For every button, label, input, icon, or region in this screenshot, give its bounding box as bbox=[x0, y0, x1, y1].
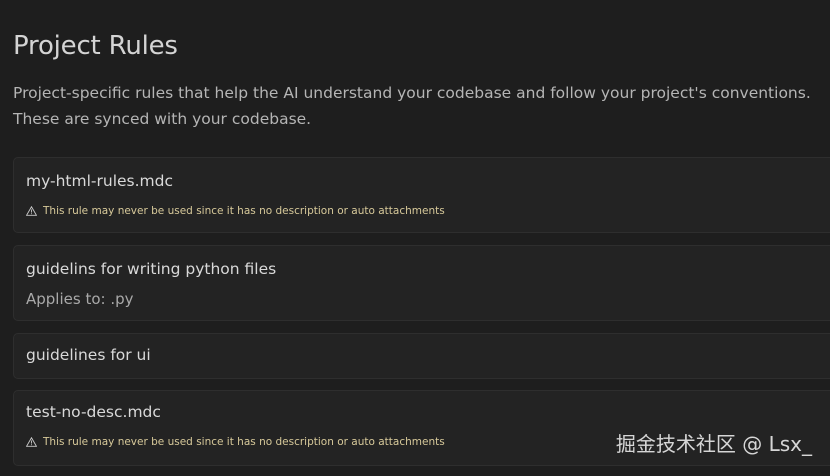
rule-card-my-html-rules[interactable]: my-html-rules.mdc This rule may never be… bbox=[13, 157, 830, 233]
project-rules-page: Project Rules Project-specific rules tha… bbox=[0, 0, 830, 476]
watermark: 掘金技术社区 @ Lsx_ bbox=[615, 432, 812, 456]
rule-name: guidelins for writing python files bbox=[26, 260, 277, 278]
description-line-1: Project-specific rules that help the AI … bbox=[13, 84, 811, 102]
page-description: Project-specific rules that help the AI … bbox=[13, 80, 830, 132]
rule-name: test-no-desc.mdc bbox=[26, 403, 161, 421]
warning-icon bbox=[26, 437, 37, 447]
description-line-2: These are synced with your codebase. bbox=[13, 110, 312, 128]
warning-icon bbox=[26, 206, 37, 216]
rule-name: my-html-rules.mdc bbox=[26, 172, 173, 190]
rule-card-python-guidelines[interactable]: guidelins for writing python files Appli… bbox=[13, 245, 830, 321]
rule-warning: This rule may never be used since it has… bbox=[26, 436, 445, 448]
rule-applies-to: Applies to: .py bbox=[26, 290, 134, 308]
rule-card-ui-guidelines[interactable]: guidelines for ui bbox=[13, 333, 830, 379]
rule-warning: This rule may never be used since it has… bbox=[26, 205, 445, 217]
rule-warning-text: This rule may never be used since it has… bbox=[43, 436, 445, 448]
rule-warning-text: This rule may never be used since it has… bbox=[43, 205, 445, 217]
page-title: Project Rules bbox=[13, 31, 178, 61]
rule-name: guidelines for ui bbox=[26, 346, 151, 364]
